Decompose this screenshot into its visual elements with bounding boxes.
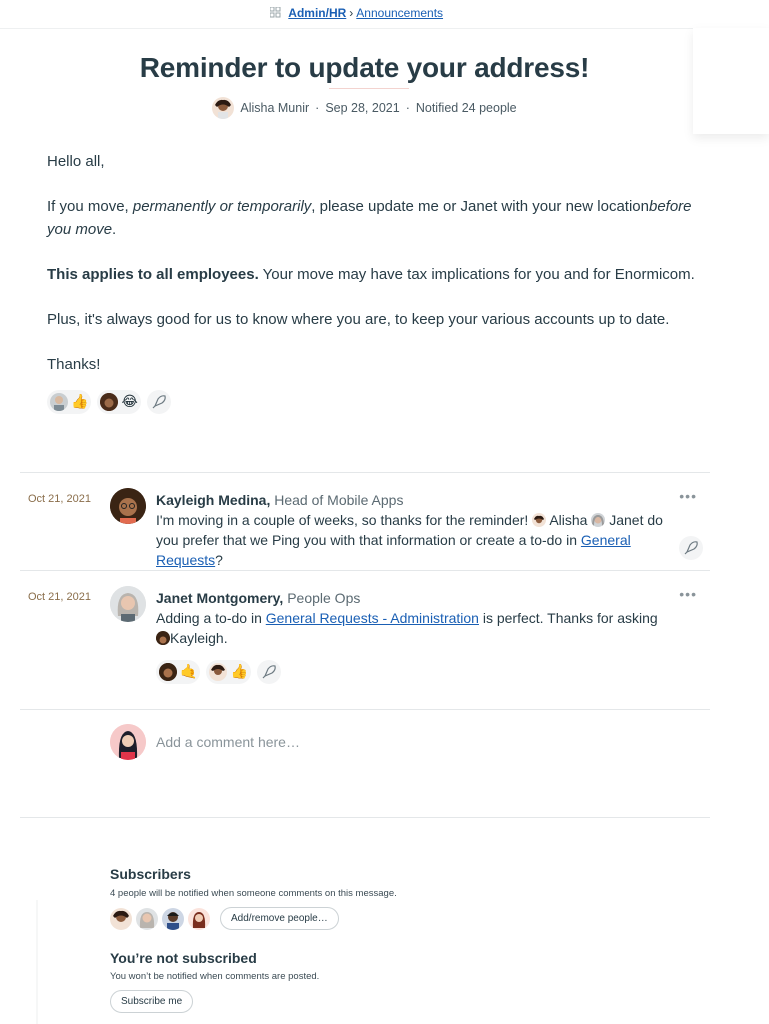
italic-text: permanently or temporarily	[132, 198, 312, 215]
comment-role: Head of Mobile Apps	[270, 492, 404, 508]
breadcrumb: Admin/HR › Announcements	[0, 6, 713, 20]
laughing-icon: 😂	[121, 394, 138, 410]
comment-date[interactable]: Oct 21, 2021	[28, 591, 91, 603]
comment-options-icon[interactable]: •••	[679, 586, 697, 602]
subscription-note: You won’t be notified when comments are …	[110, 971, 320, 982]
boost[interactable]: 👍	[47, 390, 92, 414]
mention-name: Janet	[609, 512, 644, 528]
call-me-hand-icon: 🤙	[180, 664, 198, 680]
boost[interactable]: 🤙	[156, 660, 201, 684]
comments-divider	[20, 472, 710, 473]
comment-composer	[110, 724, 456, 760]
text-run: .	[112, 221, 117, 238]
author-name[interactable]: Alisha Munir	[240, 101, 309, 115]
rocket-boost-icon	[262, 665, 276, 679]
rocket-boost-icon	[152, 395, 166, 409]
subscription-heading: You’re not subscribed	[110, 950, 257, 966]
comment-divider	[20, 709, 710, 710]
comment-date[interactable]: Oct 21, 2021	[28, 493, 91, 505]
comment-content: Janet Montgomery, People Ops Adding a to…	[156, 588, 676, 648]
meta-dot: ·	[405, 101, 410, 115]
commenter-avatar[interactable]	[110, 488, 146, 524]
subscription-status: You’re not subscribed You won’t be notif…	[110, 950, 319, 1013]
subscriber-avatar[interactable]	[110, 907, 132, 930]
body-paragraph: Plus, it's always good for us to know wh…	[47, 311, 670, 328]
message-body: Hello all, If you move, permanently or t…	[47, 150, 697, 398]
body-paragraph: If you move, permanently or temporarily,…	[47, 195, 697, 241]
body-paragraph: Thanks!	[47, 356, 101, 373]
mention-name: Kayleigh.	[170, 630, 228, 646]
text-run: I'm moving in a couple of weeks, so than…	[156, 512, 533, 528]
rocket-boost-icon	[684, 541, 698, 555]
message-boosts: 👍 😂	[47, 390, 171, 414]
subscribers-note: 4 people will be notified when someone c…	[110, 888, 397, 899]
meta-dot: ·	[315, 101, 320, 115]
message-title: Reminder to update your address!	[139, 52, 590, 83]
add-remove-people-button[interactable]: Add/remove people…	[220, 907, 339, 930]
message-meta: Alisha Munir · Sep 28, 2021 · Notified 2…	[0, 97, 729, 119]
breadcrumb-separator: ›	[349, 6, 354, 20]
add-boost-button[interactable]	[679, 536, 703, 560]
add-boost-button[interactable]	[146, 390, 171, 414]
booster-avatar	[50, 393, 68, 411]
mention-kayleigh[interactable]: Kayleigh.	[156, 630, 228, 646]
mention-avatar	[591, 513, 606, 527]
mention-avatar	[156, 631, 170, 645]
comment-boosts: 🤙 👍	[156, 660, 281, 684]
boost[interactable]: 👍	[206, 660, 251, 684]
mention-name: Alisha	[549, 512, 588, 528]
boost[interactable]: 😂	[97, 390, 141, 414]
thumbs-up-icon: 👍	[230, 664, 248, 680]
mention-alisha[interactable]: Alisha	[532, 512, 587, 528]
author-avatar[interactable]	[212, 97, 235, 119]
left-edge-shade	[36, 900, 38, 1024]
breadcrumb-announcements-link[interactable]: Announcements	[356, 6, 443, 20]
breadcrumb-project-link[interactable]: Admin/HR	[288, 6, 346, 20]
subscriber-avatar[interactable]	[188, 907, 210, 930]
header-divider	[0, 28, 694, 29]
subscriber-avatar[interactable]	[136, 907, 158, 930]
message-date: Sep 28, 2021	[325, 101, 400, 115]
text-run: Adding a to-do in	[156, 610, 266, 626]
greeting: Hello all,	[47, 153, 105, 170]
text-run: If you move,	[47, 198, 133, 215]
subscribers-divider	[20, 817, 710, 818]
mention-avatar	[532, 513, 547, 527]
comment-role: People Ops	[283, 590, 361, 606]
comment-author[interactable]: Janet Montgomery,	[156, 590, 283, 606]
subscribers-heading: Subscribers	[110, 866, 191, 882]
subscribers-section: Subscribers 4 people will be notified wh…	[110, 866, 610, 930]
booster-avatar	[159, 663, 177, 681]
subscriber-avatar[interactable]	[162, 907, 184, 930]
bold-text: This applies to all employees.	[47, 266, 259, 283]
notified-count[interactable]: Notified 24 people	[416, 101, 517, 115]
mention-janet[interactable]: Janet	[591, 512, 643, 528]
subscriber-avatars: Add/remove people…	[110, 907, 610, 930]
text-run: ?	[215, 552, 223, 568]
text-run: , please update me or Janet with your ne…	[311, 198, 649, 215]
thumbs-up-icon: 👍	[71, 394, 89, 410]
comment-options-icon[interactable]: •••	[679, 488, 697, 504]
commenter-avatar[interactable]	[110, 586, 146, 622]
booster-avatar	[100, 393, 119, 411]
projects-grid-icon	[269, 7, 281, 18]
comment-author[interactable]: Kayleigh Medina,	[156, 492, 270, 508]
subscribe-me-button[interactable]: Subscribe me	[110, 990, 194, 1013]
add-boost-button[interactable]	[256, 660, 281, 684]
comment-content: Kayleigh Medina, Head of Mobile Apps I'm…	[156, 490, 676, 570]
add-comment-input[interactable]	[156, 734, 456, 750]
comment-divider	[20, 570, 710, 571]
body-paragraph: This applies to all employees. Your move…	[47, 263, 697, 286]
text-run: Your move may have tax implications for …	[258, 266, 695, 283]
general-requests-administration-link[interactable]: General Requests - Administration	[266, 610, 479, 626]
title-underline	[329, 88, 409, 89]
text-run: is perfect. Thanks for asking	[478, 610, 658, 626]
booster-avatar	[209, 663, 228, 681]
my-avatar[interactable]	[110, 724, 146, 760]
